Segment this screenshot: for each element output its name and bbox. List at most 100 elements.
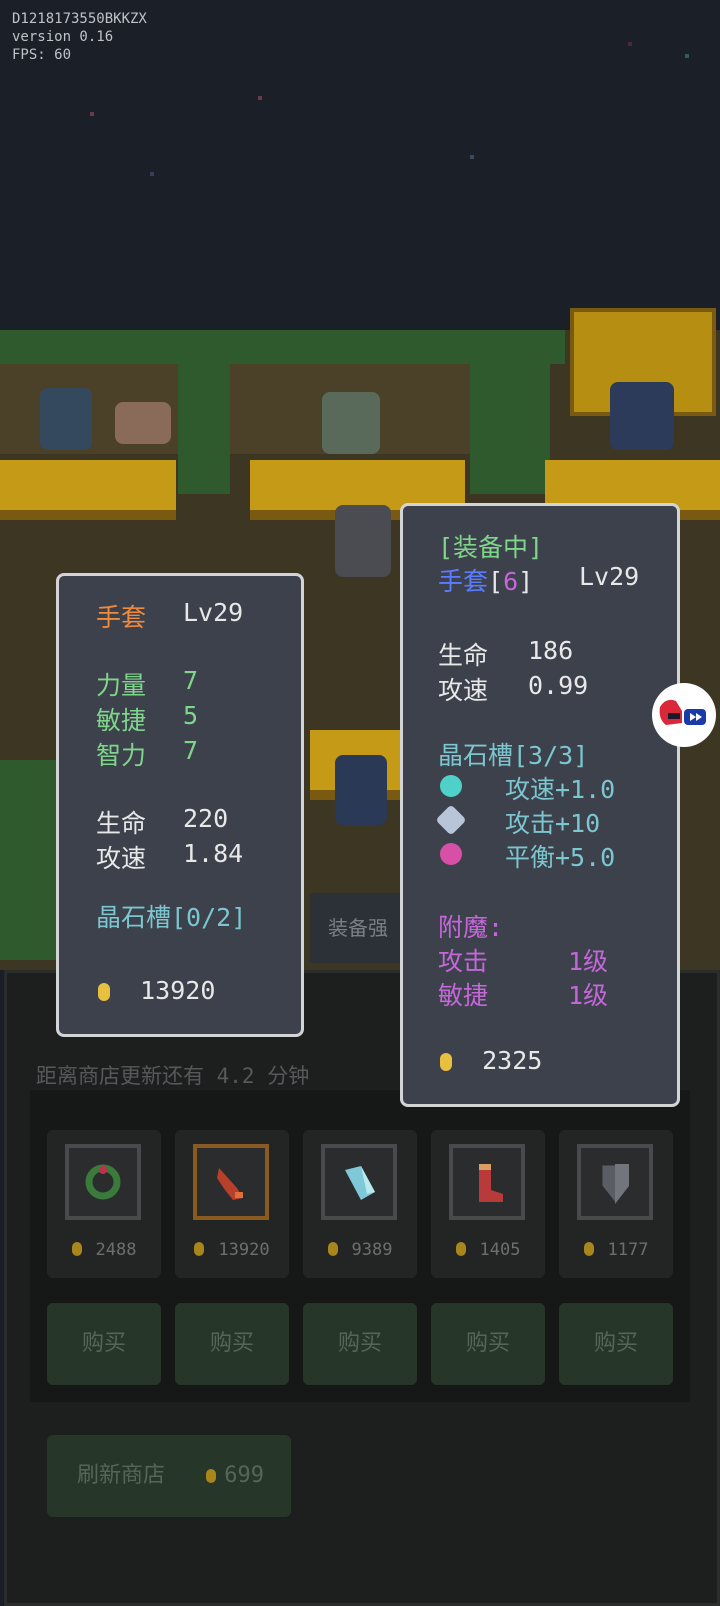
shop-item-crystal[interactable]: 9389 bbox=[303, 1130, 417, 1278]
item-name: 手套 bbox=[96, 603, 147, 632]
crystal-icon bbox=[345, 1166, 375, 1200]
gem-slots: 晶石槽[3/3] bbox=[438, 741, 589, 770]
buy-button[interactable]: 购买 bbox=[175, 1303, 289, 1385]
gem-row bbox=[440, 770, 462, 799]
glove-icon bbox=[217, 1168, 243, 1200]
stat-value: 5 bbox=[183, 701, 199, 730]
hedge-pillar bbox=[178, 364, 230, 494]
price-value: 2325 bbox=[482, 1046, 543, 1075]
device-id: D1218173550BKKZX bbox=[12, 11, 147, 27]
coin-icon bbox=[98, 983, 110, 1001]
coin-icon bbox=[206, 1469, 217, 1483]
item-price: 1405 bbox=[431, 1240, 545, 1260]
enchant-title: 附魔: bbox=[438, 913, 504, 942]
stat-value: 220 bbox=[183, 804, 229, 833]
item-price: 2488 bbox=[47, 1240, 161, 1260]
fps-text: FPS: 60 bbox=[12, 47, 72, 63]
item-tooltip-panel: 手套 Lv29 力量 7 敏捷 5 智力 7 生命 220 攻速 1.84 晶石… bbox=[56, 573, 304, 1037]
stat-value: 1.84 bbox=[183, 839, 244, 868]
blacksmith-sprite[interactable] bbox=[322, 392, 380, 454]
item-level: Lv29 bbox=[183, 598, 244, 627]
stat-label: 攻速 bbox=[438, 676, 489, 705]
refresh-shop-button[interactable]: 刷新商店 699 bbox=[47, 1435, 291, 1517]
stat-value: 7 bbox=[183, 736, 199, 765]
stat-label: 生命 bbox=[438, 641, 489, 670]
shop-item-boots[interactable]: 1405 bbox=[431, 1130, 545, 1278]
stat-label: 生命 bbox=[96, 809, 147, 838]
ring-icon bbox=[85, 1164, 121, 1200]
chest-sprite bbox=[115, 402, 171, 444]
coin-icon bbox=[440, 1053, 452, 1071]
stat-value: 186 bbox=[528, 636, 574, 665]
knight-player-sprite[interactable] bbox=[335, 505, 391, 577]
refresh-label: 刷新商店 bbox=[77, 1463, 166, 1488]
equipped-label: [装备中] bbox=[438, 533, 544, 562]
hedge-top bbox=[0, 330, 565, 364]
hedge-left bbox=[0, 760, 60, 960]
shop-refresh-timer: 距离商店更新还有 4.2 分钟 bbox=[36, 1064, 310, 1088]
price-row: 13920 bbox=[98, 976, 215, 1005]
gem-bonus: 平衡+5.0 bbox=[505, 843, 616, 872]
shield-icon bbox=[599, 1162, 631, 1207]
debug-overlay: D1218173550BKKZX version 0.16 FPS: 60 bbox=[12, 10, 147, 64]
coin-icon bbox=[455, 1242, 466, 1256]
item-level: Lv29 bbox=[579, 562, 640, 591]
item-price: 13920 bbox=[175, 1240, 289, 1260]
enchant-label: 攻击 bbox=[438, 947, 489, 976]
shop-item-shield[interactable]: 1177 bbox=[559, 1130, 673, 1278]
merchant-sprite[interactable] bbox=[40, 388, 92, 450]
floating-assistant-button[interactable] bbox=[652, 683, 716, 747]
buy-button[interactable]: 购买 bbox=[47, 1303, 161, 1385]
equipped-item-title: 手套[6] bbox=[438, 567, 534, 596]
fast-forward-icon bbox=[659, 699, 706, 725]
enchant-value: 1级 bbox=[568, 981, 609, 1010]
stat-label: 敏捷 bbox=[96, 706, 147, 735]
coin-icon bbox=[71, 1242, 82, 1256]
item-slot-selected bbox=[193, 1144, 269, 1220]
shop-counter bbox=[0, 460, 176, 520]
star bbox=[685, 54, 689, 58]
enhance-level: 6 bbox=[503, 567, 519, 596]
buy-button[interactable]: 购买 bbox=[303, 1303, 417, 1385]
turbaned-npc-sprite[interactable] bbox=[335, 755, 387, 825]
coin-icon bbox=[194, 1242, 205, 1256]
shop-item-glove[interactable]: 13920 bbox=[175, 1130, 289, 1278]
gem-slots: 晶石槽[0/2] bbox=[96, 903, 247, 932]
stat-value: 0.99 bbox=[528, 671, 589, 700]
star bbox=[470, 155, 474, 159]
item-name: 手套 bbox=[438, 567, 489, 596]
stat-label: 攻速 bbox=[96, 844, 147, 873]
item-price: 9389 bbox=[303, 1240, 417, 1260]
stat-label: 智力 bbox=[96, 741, 147, 770]
hedge-pillar bbox=[470, 364, 550, 494]
shop-item-ring[interactable]: 2488 bbox=[47, 1130, 161, 1278]
coin-icon bbox=[583, 1242, 594, 1256]
star bbox=[628, 42, 632, 46]
price-value: 13920 bbox=[140, 976, 216, 1005]
star bbox=[258, 96, 262, 100]
stat-label: 力量 bbox=[96, 671, 147, 700]
equipped-tooltip-panel: [装备中] 手套[6] Lv29 生命 186 攻速 0.99 晶石槽[3/3]… bbox=[400, 503, 680, 1107]
wizard-merchant-sprite[interactable] bbox=[610, 382, 674, 450]
refresh-price: 699 bbox=[224, 1463, 265, 1488]
item-slot bbox=[449, 1144, 525, 1220]
star bbox=[90, 112, 94, 116]
boots-icon bbox=[479, 1164, 503, 1202]
item-slot bbox=[321, 1144, 397, 1220]
stat-value: 7 bbox=[183, 666, 199, 695]
buy-button[interactable]: 购买 bbox=[559, 1303, 673, 1385]
gem-bonus: 攻击+10 bbox=[505, 809, 601, 838]
version-text: version 0.16 bbox=[12, 29, 114, 45]
pink-gem-icon bbox=[440, 843, 462, 865]
silver-gem-icon bbox=[435, 804, 467, 836]
gem-bonus: 攻速+1.0 bbox=[505, 775, 616, 804]
price-row: 2325 bbox=[440, 1046, 542, 1075]
item-price: 1177 bbox=[559, 1240, 673, 1260]
enchant-value: 1级 bbox=[568, 947, 609, 976]
buy-button[interactable]: 购买 bbox=[431, 1303, 545, 1385]
cyan-gem-icon bbox=[440, 775, 462, 797]
gem-row bbox=[440, 838, 462, 867]
item-slot bbox=[65, 1144, 141, 1220]
item-slot bbox=[577, 1144, 653, 1220]
star bbox=[150, 172, 154, 176]
